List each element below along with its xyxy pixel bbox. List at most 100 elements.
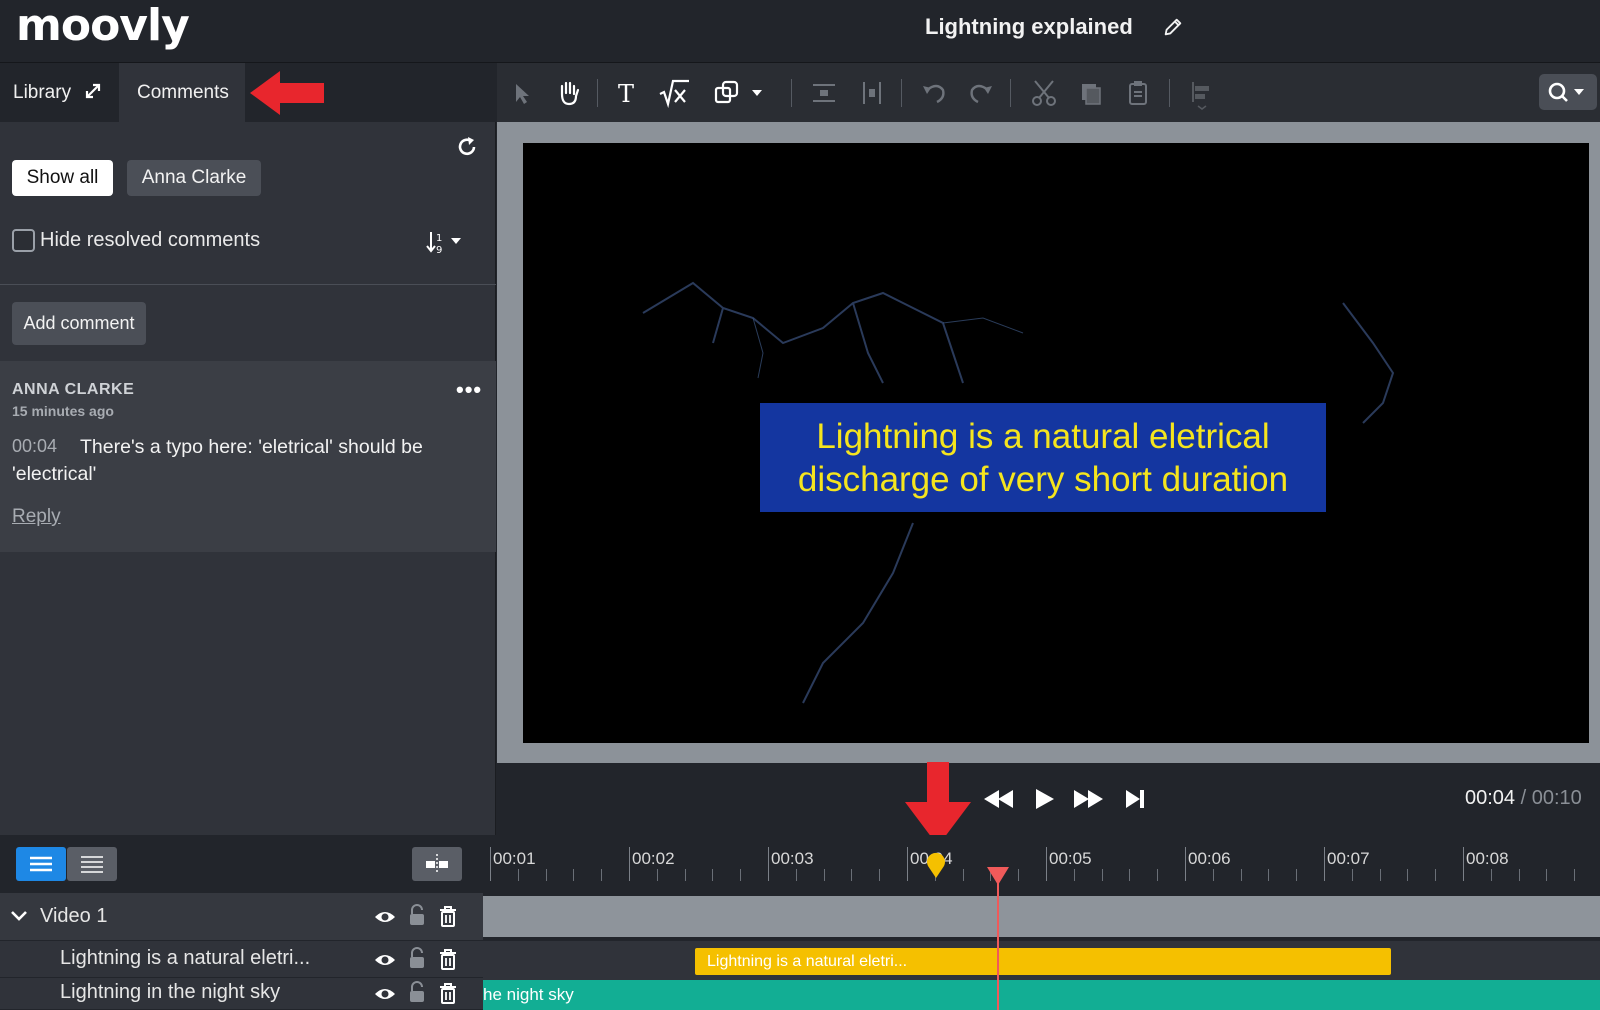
caption-line-1: Lightning is a natural eletrical [816, 417, 1270, 456]
chevron-down-icon[interactable] [10, 909, 28, 923]
distribute-horizontal-icon[interactable] [855, 76, 889, 110]
tab-library-label: Library [13, 82, 72, 103]
hand-icon[interactable] [552, 76, 586, 110]
ruler-minor-tick [1157, 869, 1159, 881]
expanded-view-button[interactable] [16, 847, 66, 881]
ruler-minor-tick [962, 869, 964, 881]
show-all-button[interactable]: Show all [12, 160, 113, 196]
playhead[interactable] [997, 868, 999, 1010]
hide-resolved-label: Hide resolved comments [40, 229, 261, 251]
current-time: 00:04 [1465, 787, 1516, 809]
ruler-minor-tick [1490, 869, 1492, 881]
toolbar-separator [1010, 79, 1011, 107]
comment-author: ANNA CLARKE [12, 381, 135, 398]
ruler-label: 00:05 [1049, 849, 1092, 868]
timeline-clip[interactable]: Lightning is a natural eletri... [695, 948, 1391, 975]
ruler-major-tick [629, 847, 630, 881]
ruler-minor-tick [1296, 869, 1298, 881]
logo-text: moovly [16, 0, 190, 51]
refresh-icon[interactable] [455, 135, 479, 159]
comment-marker-icon[interactable] [926, 852, 946, 878]
lock-open-icon[interactable] [406, 904, 428, 926]
lock-open-icon[interactable] [406, 981, 428, 1003]
ruler-minor-tick [712, 869, 714, 881]
snap-button[interactable] [412, 847, 462, 881]
timeline-tracks: Video 1 Lightning is a natural eletri...… [0, 893, 1600, 1010]
search-icon [1548, 82, 1584, 102]
total-time: 00:10 [1531, 787, 1582, 809]
ruler-major-tick [907, 847, 908, 881]
expand-icon[interactable] [83, 81, 103, 101]
ruler-minor-tick [684, 869, 686, 881]
text-icon[interactable]: T [610, 76, 644, 110]
group-bar[interactable] [483, 896, 1600, 937]
ruler-minor-tick [795, 869, 797, 881]
caption-text-box[interactable]: Lightning is a natural eletrical dischar… [760, 403, 1326, 512]
ruler-minor-tick [851, 869, 853, 881]
paste-icon[interactable] [1121, 76, 1155, 110]
ruler-minor-tick [1435, 869, 1437, 881]
ruler-minor-tick [879, 869, 881, 881]
playhead-handle[interactable] [987, 867, 1009, 885]
track-header-caption[interactable]: Lightning is a natural eletri... [0, 941, 483, 978]
ruler-label: 00:02 [632, 849, 675, 868]
trash-icon[interactable] [437, 905, 459, 927]
ruler-label: 00:01 [493, 849, 536, 868]
trash-icon[interactable] [437, 982, 459, 1004]
select-arrow-icon[interactable] [505, 76, 539, 110]
eye-icon[interactable] [374, 906, 396, 928]
video-stage[interactable]: Lightning is a natural eletrical dischar… [523, 143, 1589, 743]
comment-time-ago: 15 minutes ago [12, 403, 114, 419]
timeline-clip[interactable]: he night sky [483, 980, 1600, 1010]
copy-icon[interactable] [1074, 76, 1108, 110]
align-icon[interactable] [1185, 76, 1219, 110]
tab-comments-label: Comments [137, 82, 229, 103]
track-header-video1[interactable]: Video 1 [0, 893, 483, 941]
formula-icon[interactable] [657, 76, 691, 110]
track-lane-video1[interactable] [483, 893, 1600, 941]
add-comment-button[interactable]: Add comment [12, 302, 146, 345]
compact-view-button[interactable] [67, 847, 117, 881]
editor-toolbar: T [497, 63, 1600, 122]
ruler-major-tick [1185, 847, 1186, 881]
redo-icon[interactable] [964, 76, 998, 110]
user-filter-button[interactable]: Anna Clarke [127, 160, 261, 196]
comment-more-icon[interactable]: ••• [456, 377, 482, 403]
eye-icon[interactable] [374, 983, 396, 1005]
ruler-minor-tick [1546, 869, 1548, 881]
trash-icon[interactable] [437, 948, 459, 970]
ruler-minor-tick [656, 869, 658, 881]
ruler-minor-tick [1240, 869, 1242, 881]
track-header-video-clip[interactable]: Lightning in the night sky [0, 978, 483, 1010]
sort-dropdown-icon[interactable]: 1 9 [425, 228, 469, 256]
track-lane-video-clip[interactable]: he night sky [483, 978, 1600, 1010]
left-panel: Library Comments Show all Anna Clarke Hi… [0, 63, 496, 835]
undo-icon[interactable] [917, 76, 951, 110]
track-lane-caption[interactable]: Lightning is a natural eletri... [483, 941, 1600, 978]
timeline-ruler[interactable]: 00:0100:0200:0300:0400:0500:0600:0700:08 [483, 835, 1600, 893]
distribute-vertical-icon[interactable] [807, 76, 841, 110]
shapes-icon[interactable] [712, 76, 768, 110]
zoom-search-button[interactable] [1539, 74, 1597, 110]
timeline-header: 00:0100:0200:0300:0400:0500:0600:0700:08 [0, 835, 1600, 893]
project-title[interactable]: Lightning explained [925, 14, 1133, 40]
hide-resolved-checkbox[interactable] [12, 229, 35, 252]
lock-open-icon[interactable] [406, 947, 428, 969]
skip-to-end-icon[interactable] [1122, 782, 1150, 816]
ruler-label: 00:08 [1466, 849, 1509, 868]
fast-forward-icon[interactable] [1070, 782, 1106, 816]
eye-icon[interactable] [374, 949, 396, 971]
cut-icon[interactable] [1027, 76, 1061, 110]
rewind-icon[interactable] [982, 782, 1018, 816]
play-icon[interactable] [1030, 782, 1058, 816]
tab-comments[interactable]: Comments [119, 63, 245, 122]
ruler-minor-tick [545, 869, 547, 881]
moovly-logo[interactable]: moovly [16, 0, 190, 51]
pencil-icon[interactable] [1162, 16, 1184, 38]
ruler-minor-tick [1212, 869, 1214, 881]
track-name: Lightning is a natural eletri... [60, 947, 311, 969]
ruler-minor-tick [1351, 869, 1353, 881]
ruler-label: 00:07 [1327, 849, 1370, 868]
reply-link[interactable]: Reply [12, 506, 61, 528]
snap-icon [426, 854, 448, 874]
